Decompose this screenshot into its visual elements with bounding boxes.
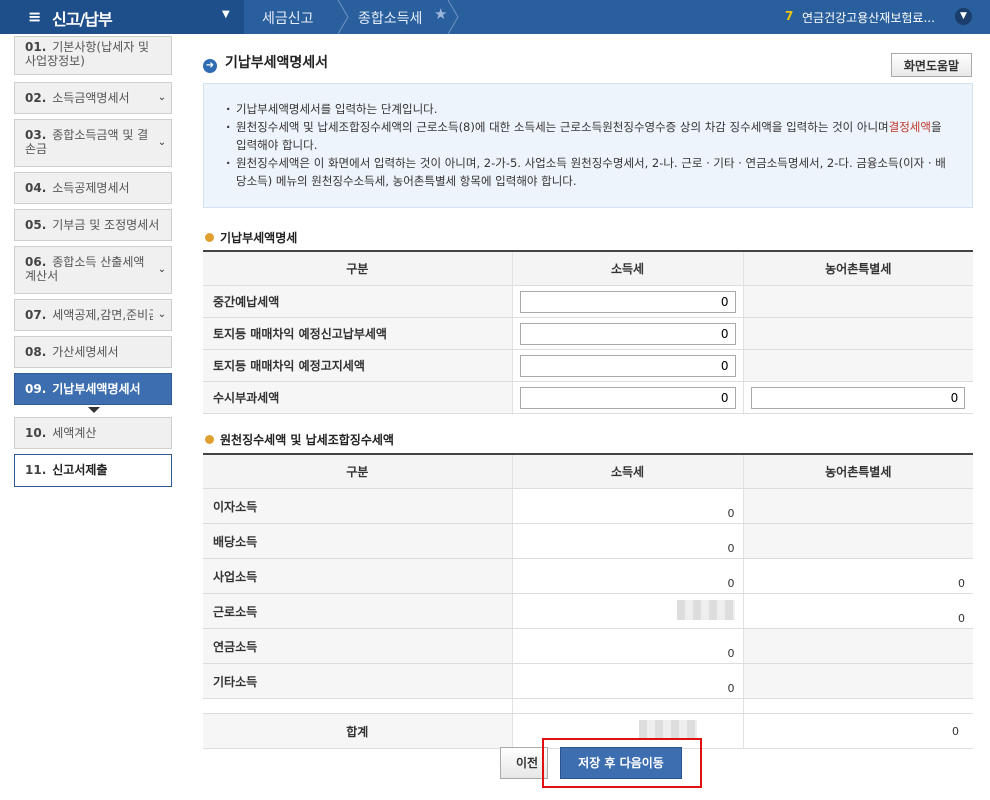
- sidebar-item-donation[interactable]: 05. 기부금 및 조정명세서: [14, 209, 172, 241]
- main-menu-button[interactable]: ≡ 신고/납부 ▼: [0, 0, 244, 34]
- income-tax-value-redacted: [511, 593, 743, 629]
- sidebar-item-combined-income[interactable]: 03. 종합소득금액 및 결손금 ⌄: [14, 119, 172, 167]
- current-step-arrow-icon: [88, 407, 100, 413]
- rural-tax-value: 0: [742, 593, 973, 629]
- total-rural-tax-value: 0: [742, 713, 973, 749]
- row-label: 중간예납세액: [203, 285, 512, 318]
- page-title: ➜ 기납부세액명세서: [203, 52, 328, 73]
- sidebar-item-tax-calculation-statement[interactable]: 06. 종합소득 산출세액계산서 ⌄: [14, 246, 172, 294]
- save-and-next-button[interactable]: 저장 후 다음이동: [560, 747, 682, 779]
- land-sale-notified-income-tax-input[interactable]: [519, 354, 736, 377]
- top-navigation-bar: ≡ 신고/납부 ▼ 세금신고 종합소득세 ★ 7 연금건강고용산재보험료... …: [0, 0, 990, 34]
- chevron-down-icon[interactable]: ⌄: [155, 134, 169, 152]
- column-header: 구분: [203, 454, 512, 489]
- redacted-value: [676, 599, 735, 620]
- previous-button[interactable]: 이전: [500, 747, 548, 779]
- sidebar-item-income-amount[interactable]: 02. 소득금액명세서 ⌄: [14, 82, 172, 114]
- row-label: 사업소득: [203, 558, 512, 594]
- sidebar-item-additional-tax[interactable]: 08. 가산세명세서: [14, 336, 172, 368]
- bullet-icon: [205, 233, 214, 242]
- income-tax-value: 0: [511, 488, 743, 524]
- table-row: 연금소득 0: [203, 628, 973, 664]
- table-row: 토지등 매매차익 예정고지세액: [203, 349, 973, 382]
- income-tax-value: 0: [511, 628, 743, 664]
- occasional-assessment-income-tax-input[interactable]: [519, 386, 736, 409]
- table-row: 수시부과세액: [203, 381, 973, 414]
- column-header: 소득세: [511, 454, 743, 489]
- total-label: 합계: [203, 713, 512, 749]
- column-header: 농어촌특별세: [742, 251, 973, 286]
- info-box: 기납부세액명세서를 입력하는 단계입니다. 원천징수세액 및 납세조합징수세액의…: [203, 83, 973, 208]
- sidebar-item-tax-computation[interactable]: 10. 세액계산: [14, 417, 172, 449]
- chevron-down-icon[interactable]: ▼: [955, 8, 972, 25]
- caret-down-icon: ▼: [222, 9, 230, 20]
- row-label: 토지등 매매차익 예정신고납부세액: [203, 317, 512, 350]
- breadcrumb-income-tax[interactable]: 종합소득세: [358, 8, 422, 28]
- redacted-value: [638, 719, 697, 740]
- breadcrumb-tax-filing[interactable]: 세금신고: [262, 8, 314, 28]
- table-row: 중간예납세액: [203, 285, 973, 318]
- menu-title: 신고/납부: [52, 10, 113, 29]
- sidebar-item-tax-credits[interactable]: 07. 세액공제,감면,준비금 ⌄: [14, 299, 172, 331]
- column-header: 소득세: [511, 251, 743, 286]
- table-row: 기타소득 0: [203, 663, 973, 699]
- notice-count: 7: [785, 9, 794, 23]
- info-line: 원천징수세액 및 납세조합징수세액의 근로소득(8)에 대한 소득세는 근로소득…: [226, 118, 954, 154]
- chevron-down-icon[interactable]: ⌄: [155, 89, 169, 107]
- occasional-assessment-rural-tax-input[interactable]: [751, 386, 966, 409]
- column-header: 농어촌특별세: [742, 454, 973, 489]
- sidebar-item-submit[interactable]: 11. 신고서제출: [14, 454, 172, 487]
- row-label: 배당소득: [203, 523, 512, 559]
- income-tax-value: 0: [511, 523, 743, 559]
- income-tax-value: 0: [511, 663, 743, 699]
- screen-help-button[interactable]: 화면도움말: [891, 53, 972, 77]
- table-row: 토지등 매매차익 예정신고납부세액: [203, 317, 973, 350]
- row-label: 기타소득: [203, 663, 512, 699]
- chevron-down-icon[interactable]: ⌄: [155, 261, 169, 279]
- arrow-right-icon: ➜: [203, 59, 217, 73]
- chevron-down-icon[interactable]: ⌄: [155, 306, 169, 324]
- hamburger-icon: ≡: [28, 7, 42, 26]
- sidebar-item-prepaid-tax[interactable]: 09. 기납부세액명세서: [14, 373, 172, 405]
- bullet-icon: [205, 435, 214, 444]
- income-tax-value: 0: [511, 558, 743, 594]
- sidebar-item-basic-info[interactable]: 01. 기본사항(납세자 및 사업장정보): [14, 36, 172, 75]
- row-label: 이자소득: [203, 488, 512, 524]
- table-row: 사업소득 0 0: [203, 558, 973, 594]
- sidebar-item-income-deduction[interactable]: 04. 소득공제명세서: [14, 172, 172, 204]
- column-header: 구분: [203, 251, 512, 286]
- info-line: 원천징수세액은 이 화면에서 입력하는 것이 아니며, 2-가-5. 사업소득 …: [226, 154, 954, 190]
- info-line: 기납부세액명세서를 입력하는 단계입니다.: [226, 100, 954, 118]
- table-row: 이자소득 0: [203, 488, 973, 524]
- total-income-tax-redacted: [511, 713, 743, 749]
- section-title-prepaid: 기납부세액명세: [205, 229, 297, 246]
- section-title-withholding: 원천징수세액 및 납세조합징수세액: [205, 431, 394, 448]
- row-label: 근로소득: [203, 593, 512, 629]
- breadcrumb-separator-icon: [337, 0, 349, 34]
- row-label: 수시부과세액: [203, 381, 512, 414]
- rural-tax-value: 0: [742, 558, 973, 594]
- interim-prepayment-income-tax-input[interactable]: [519, 290, 736, 313]
- spacer-row: [203, 698, 973, 714]
- total-row: 합계 0: [203, 713, 973, 749]
- row-label: 토지등 매매차익 예정고지세액: [203, 349, 512, 382]
- prepaid-tax-table: 구분 소득세 농어촌특별세 중간예납세액 토지등 매매차익 예정신고납부세액 토…: [203, 250, 973, 414]
- favorite-star-icon[interactable]: ★: [434, 5, 447, 23]
- highlight-text: 결정세액: [888, 120, 931, 134]
- row-label: 연금소득: [203, 628, 512, 664]
- land-sale-prepaid-income-tax-input[interactable]: [519, 322, 736, 345]
- withholding-tax-table: 구분 소득세 농어촌특별세 이자소득 0 배당소득 0 사업소득 0 0 근로소…: [203, 453, 973, 749]
- breadcrumb-separator-icon: [447, 0, 459, 34]
- notice-text[interactable]: 연금건강고용산재보험료...: [802, 9, 950, 26]
- table-row: 근로소득 0: [203, 593, 973, 629]
- table-row: 배당소득 0: [203, 523, 973, 559]
